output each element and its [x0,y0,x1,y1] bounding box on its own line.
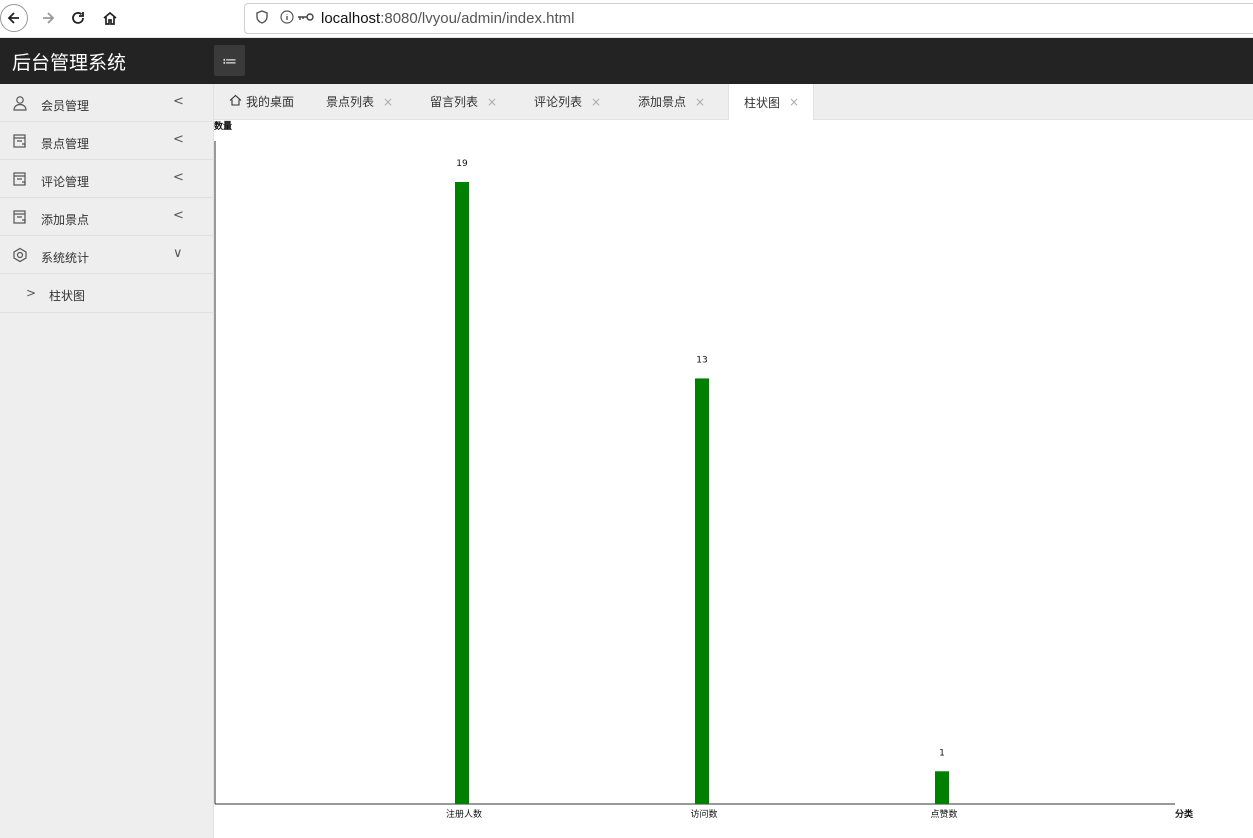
close-icon[interactable]: × [383,95,393,109]
sidebar: 会员管理 < 景点管理 < 评论管理 < 添加景点 < 系统统计 ∨ > 柱状图 [0,84,214,838]
data-label: 13 [696,355,707,365]
app-title: 后台管理系统 [12,52,127,74]
chevron-left-icon: < [173,208,184,223]
home-icon [229,94,242,109]
close-icon[interactable]: × [695,95,705,109]
sidebar-item-label: 景点管理 [41,137,90,151]
tab-label: 留言列表 [430,95,479,109]
info-icon[interactable] [279,9,295,28]
sidebar-item-label: 系统统计 [41,251,90,265]
chevron-down-icon: ∨ [173,246,183,261]
tab-desktop[interactable]: 我的桌面 [229,84,294,119]
tab-label: 景点列表 [326,95,375,109]
sidebar-item-label: 评论管理 [41,175,90,189]
url-path: :8080/lvyou/admin/index.html [380,10,575,27]
chevron-right-icon: > [26,286,37,300]
tab-comment-list[interactable]: 评论列表 × [534,84,601,119]
tab-attraction-list[interactable]: 景点列表 × [326,84,393,119]
document-icon [12,209,28,225]
tab-label: 我的桌面 [246,95,295,109]
chevron-left-icon: < [173,94,184,109]
back-icon[interactable] [0,4,28,32]
sidebar-item-comments[interactable]: 评论管理 < [0,160,213,198]
chevron-left-icon: < [173,170,184,185]
reload-icon[interactable] [64,4,92,32]
sidebar-item-add-attraction[interactable]: 添加景点 < [0,198,213,236]
tab-bar-chart[interactable]: 柱状图 × [728,84,815,120]
data-label: 1 [939,748,945,758]
close-icon[interactable]: × [591,95,601,109]
user-icon [12,95,28,111]
bar-chart-svg: 数量分类 19 注册人数 13 访问数 1 点赞数 [214,120,1194,820]
sidebar-subitem-bar-chart[interactable]: > 柱状图 [0,274,213,313]
sidebar-item-label: 会员管理 [41,99,90,113]
document-icon [12,171,28,187]
x-axis-label: 分类 [1175,808,1194,820]
url-text[interactable]: localhost:8080/lvyou/admin/index.html [321,10,574,27]
sidebar-subitem-label: 柱状图 [49,289,86,303]
data-label: 19 [456,159,468,169]
tab-message-list[interactable]: 留言列表 × [430,84,497,119]
menu-toggle-button[interactable]: ≔ [214,45,245,76]
app-header: 后台管理系统 ≔ [0,38,1253,84]
menu-list-icon: ≔ [222,51,237,70]
category-tick-label: 点赞数 [930,808,957,820]
tab-label: 添加景点 [638,95,687,109]
key-icon [297,11,315,26]
sidebar-item-statistics[interactable]: 系统统计 ∨ [0,236,213,274]
home-icon[interactable] [96,4,124,32]
close-icon[interactable]: × [487,95,497,109]
url-bar[interactable]: localhost:8080/lvyou/admin/index.html [244,3,1253,34]
tab-label: 评论列表 [534,95,583,109]
tab-bar: 我的桌面 景点列表 × 留言列表 × 评论列表 × 添加景点 × 柱状图 × [214,84,1253,120]
sidebar-item-attractions[interactable]: 景点管理 < [0,122,213,160]
sidebar-item-members[interactable]: 会员管理 < [0,84,213,122]
bar [695,378,709,804]
sidebar-item-label: 添加景点 [41,213,90,227]
category-tick-label: 注册人数 [446,808,482,820]
document-icon [12,133,28,149]
bar-chart: 数量分类 19 注册人数 13 访问数 1 点赞数 [200,119,1253,838]
browser-toolbar: localhost:8080/lvyou/admin/index.html [0,0,1253,38]
y-axis-label: 数量 [214,120,232,132]
url-host: localhost [321,10,381,27]
forward-icon[interactable] [34,4,62,32]
tab-add-attraction[interactable]: 添加景点 × [638,84,705,119]
tab-label: 柱状图 [744,95,781,110]
stats-icon [12,247,28,263]
close-icon[interactable]: × [789,95,799,109]
bar [455,182,469,804]
chevron-left-icon: < [173,132,184,147]
shield-icon[interactable] [253,9,271,28]
category-tick-label: 访问数 [690,808,717,820]
bar [935,771,949,804]
